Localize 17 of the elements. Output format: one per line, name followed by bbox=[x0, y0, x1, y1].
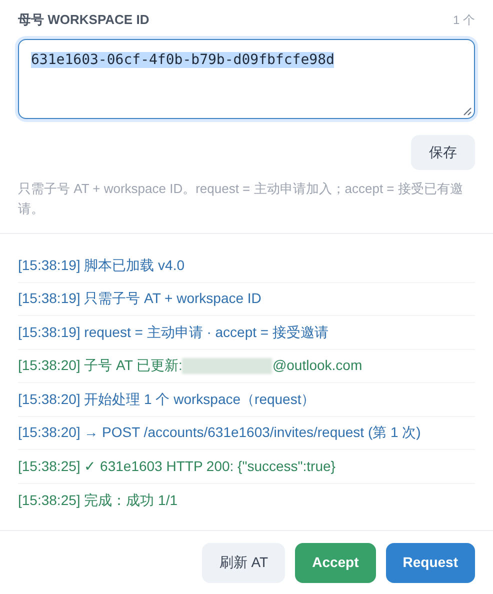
log-entry: [15:38:20] 子号 AT 已更新: bbox=[18, 356, 182, 376]
log-entry: [15:38:25] 完成：成功 1/1 bbox=[18, 490, 178, 510]
resize-handle-icon[interactable] bbox=[463, 107, 472, 116]
workspace-id-field[interactable]: 631e1603-06cf-4f0b-b79b-d09fbfcfe98d bbox=[18, 39, 475, 119]
request-button[interactable]: Request bbox=[386, 542, 475, 582]
log-entry: [15:38:25] ✓ 631e1603 HTTP 200: {"success":true} bbox=[18, 456, 336, 476]
neutral-button[interactable]: 刷新 AT bbox=[202, 542, 286, 582]
log-entry: [15:38:20] 开始处理 1 个 workspace（request） bbox=[18, 390, 316, 409]
save-button[interactable]: 保存 bbox=[411, 135, 475, 170]
item-count: 1 个 bbox=[452, 12, 475, 29]
log-entry: [15:38:19] request = 主动申请 · accept = 接受邀请 bbox=[18, 322, 328, 342]
log-entry: [15:38:20] → POST /accounts/631e1603/invites/request (第 1 次) bbox=[18, 423, 421, 442]
hint-text: 只需子号 AT + workspace ID。request = 主动申请加入；accept = 接受已有邀请。 bbox=[18, 180, 464, 218]
field-label: 母号 WORKSPACE ID bbox=[18, 11, 150, 30]
log-entry: [15:38:19] 只需子号 AT + workspace ID bbox=[18, 289, 262, 308]
email-domain: @outlook.com bbox=[272, 356, 362, 376]
log-entry: [15:38:19] 脚本已加载 v4.0 bbox=[18, 256, 185, 275]
